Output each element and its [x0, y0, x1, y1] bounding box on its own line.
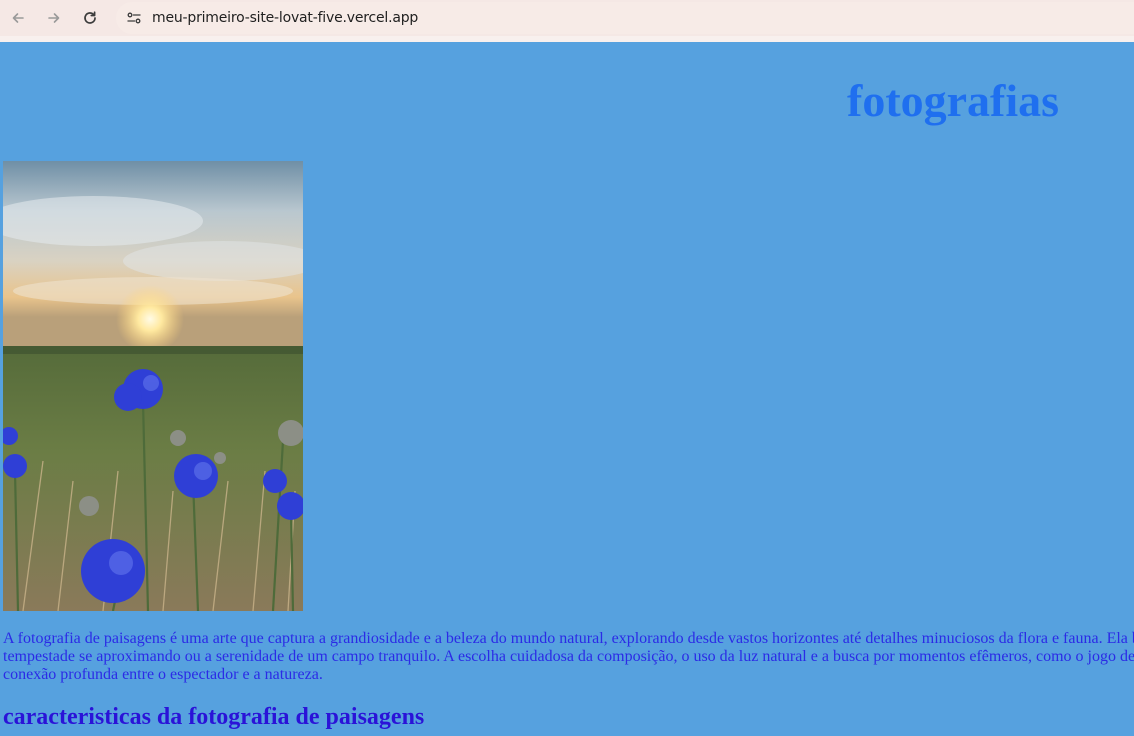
- intro-line: tempestade se aproximando ou a serenidad…: [3, 648, 1134, 665]
- intro-paragraph: A fotografia de paisagens é uma arte que…: [3, 630, 1134, 684]
- forward-button[interactable]: [36, 0, 72, 36]
- url-text[interactable]: meu-primeiro-site-lovat-five.vercel.app: [152, 10, 418, 26]
- site-settings-button[interactable]: [116, 2, 152, 34]
- intro-line: A fotografia de paisagens é uma arte que…: [3, 630, 1134, 647]
- forward-arrow-icon: [48, 13, 60, 23]
- cornflower-field-image: [3, 161, 303, 611]
- back-button[interactable]: [0, 0, 36, 36]
- landscape-photo: [3, 161, 303, 611]
- web-page: fotografias A fotografia de paisagens é …: [0, 42, 1134, 736]
- reload-icon: [84, 11, 96, 24]
- page-title: fotografias: [847, 75, 1060, 126]
- section-heading: caracteristicas da fotografia de paisage…: [3, 704, 425, 730]
- reload-button[interactable]: [72, 0, 108, 36]
- intro-line: conexão profunda entre o espectador e a …: [3, 666, 323, 683]
- back-arrow-icon: [12, 13, 24, 23]
- browser-toolbar: meu-primeiro-site-lovat-five.vercel.app: [0, 0, 1134, 36]
- site-settings-icon: [127, 12, 141, 24]
- address-bar[interactable]: meu-primeiro-site-lovat-five.vercel.app: [116, 2, 1134, 34]
